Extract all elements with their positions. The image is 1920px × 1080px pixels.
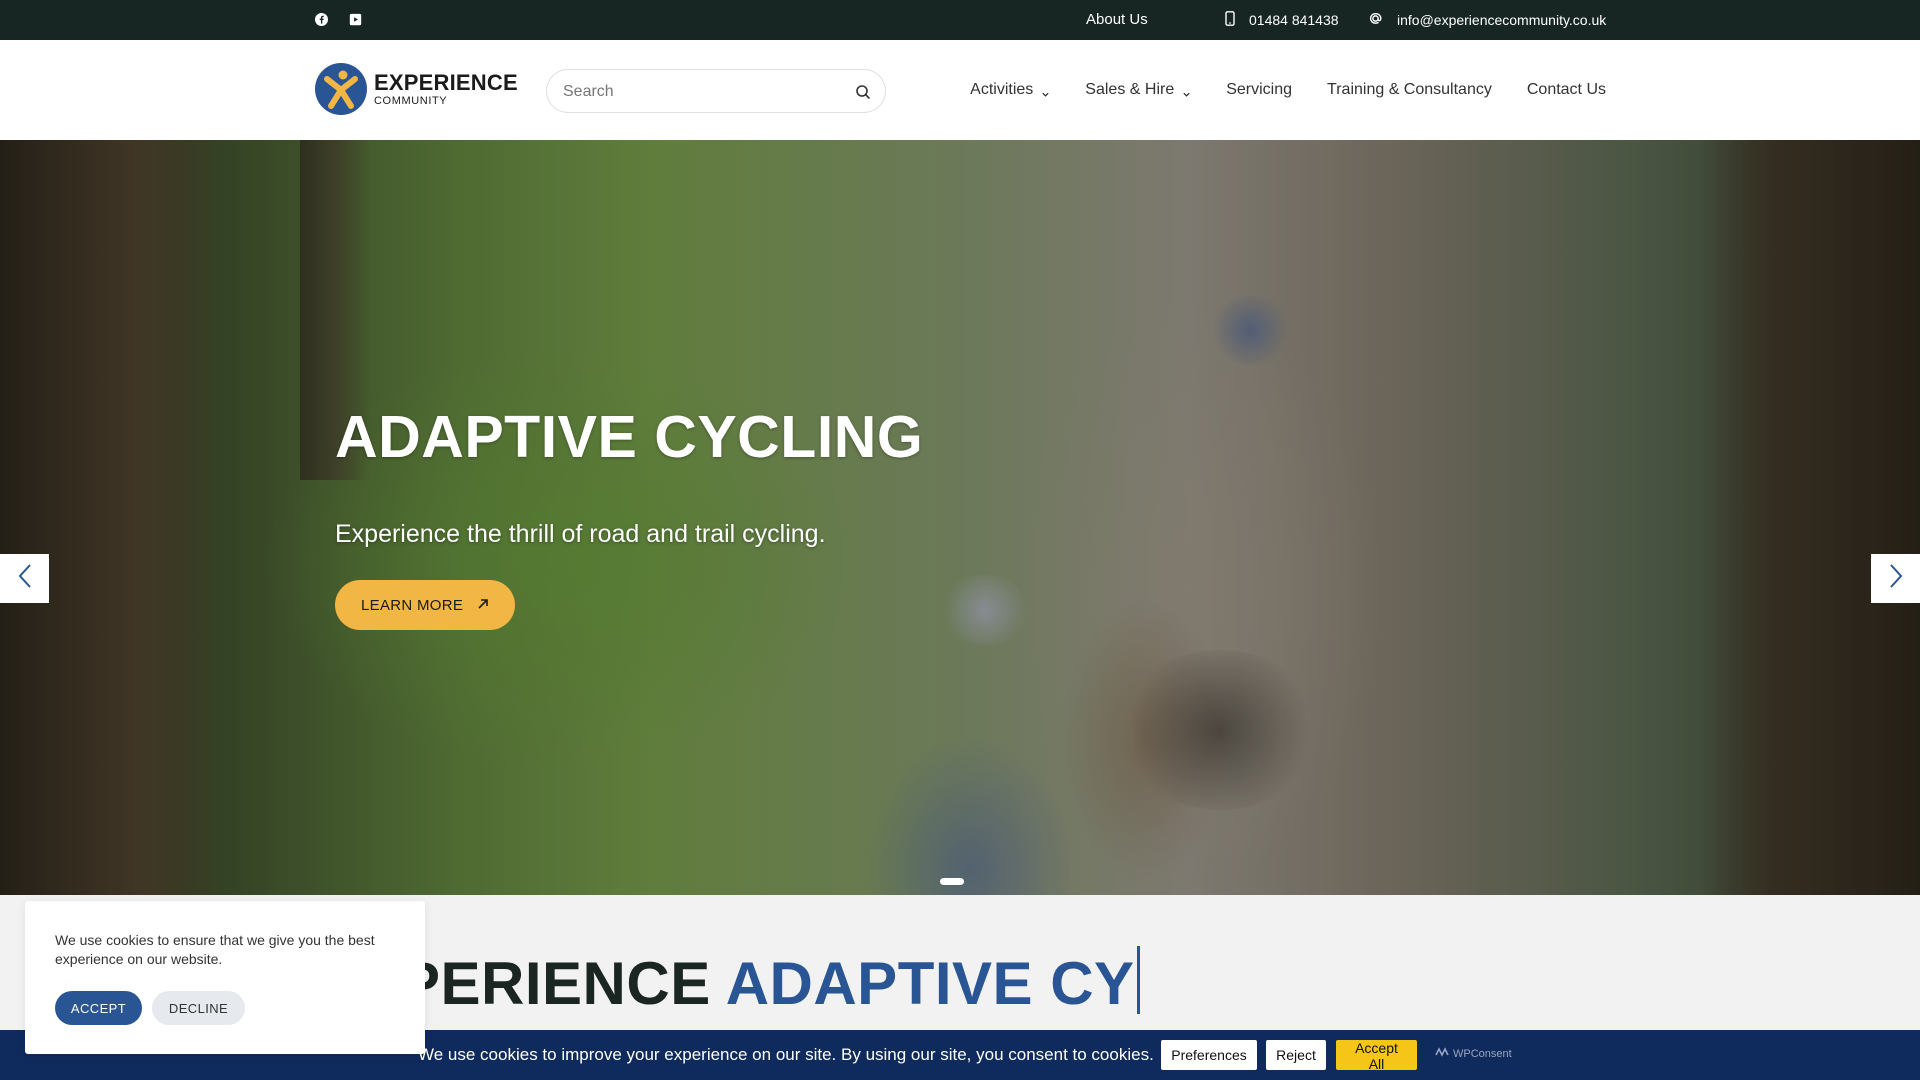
main-navigation: Activities Sales & Hire Servicing Traini… <box>970 81 1606 99</box>
youtube-icon[interactable] <box>348 12 362 26</box>
search-input[interactable] <box>563 80 843 104</box>
top-bar: About Us 01484 841438 info@experiencecom… <box>0 0 1920 40</box>
nav-item-servicing[interactable]: Servicing <box>1226 81 1292 99</box>
email-address: info@experiencecommunity.co.uk <box>1397 12 1607 28</box>
nav-item-activities[interactable]: Activities <box>970 81 1050 99</box>
slider-pagination <box>940 878 964 885</box>
hero-title: ADAPTIVE CYCLING <box>335 404 924 470</box>
accept-all-button[interactable]: Accept All <box>1336 1040 1417 1072</box>
typing-caret <box>1136 946 1140 1014</box>
nav-item-contact-us[interactable]: Contact Us <box>1527 81 1606 99</box>
preferences-button[interactable]: Preferences <box>1161 1040 1257 1070</box>
search-box <box>546 69 886 113</box>
chevron-down-icon <box>1182 86 1191 97</box>
logo-mark-icon <box>315 63 367 115</box>
hero-slider: ADAPTIVE CYCLING Experience the thrill o… <box>0 140 1920 895</box>
logo-main-text: EXPERIENCE <box>374 69 518 95</box>
site-logo[interactable]: EXPERIENCE COMMUNITY <box>314 62 518 116</box>
nav-item-label: Sales & Hire <box>1085 81 1175 98</box>
wpconsent-logo-icon <box>1435 1047 1449 1060</box>
logo-wordmark: EXPERIENCE COMMUNITY <box>374 69 518 107</box>
phone-number: 01484 841438 <box>1249 12 1339 28</box>
slider-prev-button[interactable] <box>0 554 49 603</box>
arrow-up-right-icon <box>477 597 489 614</box>
slider-next-button[interactable] <box>1871 554 1920 603</box>
chevron-left-icon <box>17 563 33 594</box>
logo-sub-text: COMMUNITY <box>374 94 448 107</box>
hero-subtitle: Experience the thrill of road and trail … <box>335 520 826 548</box>
cookie-popup-message: We use cookies to ensure that we give yo… <box>55 932 375 967</box>
slider-dot-active[interactable] <box>940 878 964 885</box>
section-heading-dark: PERIENCE <box>400 950 726 1017</box>
social-links <box>314 12 362 26</box>
mobile-phone-icon <box>1225 11 1235 29</box>
section-heading-blue: ADAPTIVE CY <box>725 950 1135 1017</box>
at-sign-icon <box>1368 11 1383 29</box>
wpconsent-brand-label: WPConsent <box>1453 1047 1512 1060</box>
reject-button[interactable]: Reject <box>1266 1040 1326 1070</box>
search-icon[interactable] <box>855 84 871 100</box>
phone-contact[interactable]: 01484 841438 <box>1225 11 1339 29</box>
wpconsent-brand[interactable]: WPConsent <box>1435 1047 1512 1060</box>
email-contact[interactable]: info@experiencecommunity.co.uk <box>1368 11 1606 29</box>
cookie-popup: We use cookies to ensure that we give yo… <box>25 901 425 1054</box>
site-header: EXPERIENCE COMMUNITY Activities Sales & … <box>0 40 1920 140</box>
nav-item-sales-hire[interactable]: Sales & Hire <box>1085 81 1191 99</box>
facebook-icon[interactable] <box>314 12 328 26</box>
nav-item-label: Training & Consultancy <box>1327 81 1492 98</box>
nav-item-label: Activities <box>970 81 1034 98</box>
cookie-decline-button[interactable]: DECLINE <box>152 991 245 1025</box>
consent-message: We use cookies to improve your experienc… <box>418 1045 1154 1064</box>
nav-item-label: Servicing <box>1226 81 1293 98</box>
nav-item-training-consultancy[interactable]: Training & Consultancy <box>1327 81 1492 99</box>
learn-more-label: LEARN MORE <box>361 596 464 614</box>
section-heading: PERIENCE ADAPTIVE CY <box>400 946 1140 1018</box>
nav-item-label: Contact Us <box>1526 81 1606 98</box>
chevron-down-icon <box>1041 86 1050 97</box>
cookie-accept-button[interactable]: ACCEPT <box>55 991 142 1025</box>
learn-more-button[interactable]: LEARN MORE <box>335 580 516 630</box>
about-us-link[interactable]: About Us <box>1086 11 1148 28</box>
chevron-right-icon <box>1888 563 1904 594</box>
